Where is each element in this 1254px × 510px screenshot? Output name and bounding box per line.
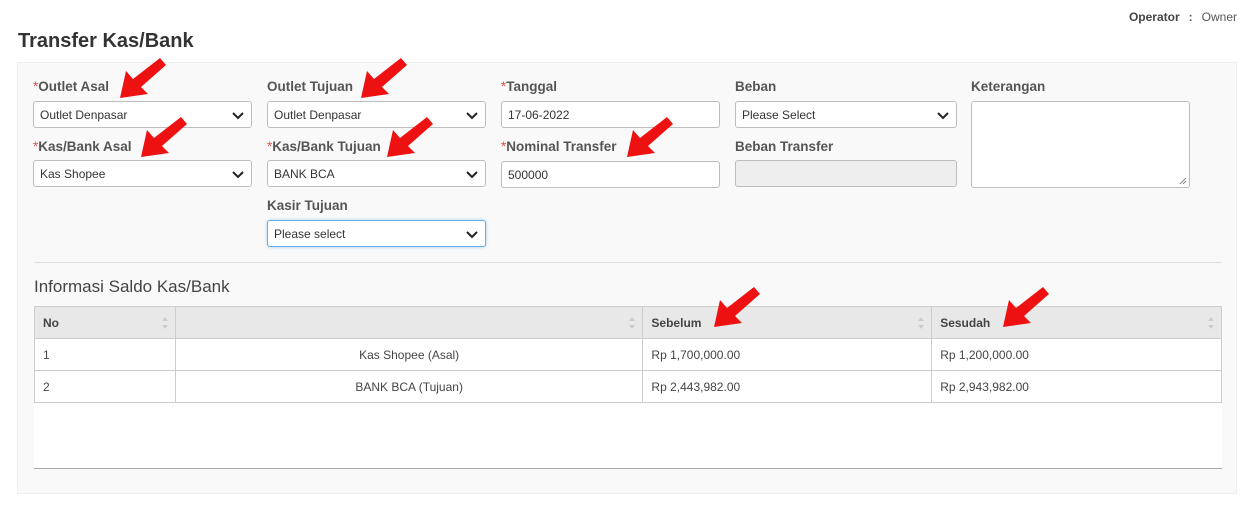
chevron-down-icon xyxy=(937,111,949,119)
operator-value: Owner xyxy=(1201,10,1237,24)
keterangan-label: Keterangan xyxy=(971,79,1046,94)
kas-bank-asal-label: *Kas/Bank Asal xyxy=(33,139,132,154)
tanggal-label: *Tanggal xyxy=(501,79,558,94)
chevron-down-icon xyxy=(232,170,244,178)
beban-label: Beban xyxy=(735,79,777,94)
tanggal-input[interactable]: 17-06-2022 xyxy=(501,101,720,128)
table-row: 1 Kas Shopee (Asal) Rp 1,700,000.00 Rp 1… xyxy=(34,338,1222,371)
keterangan-textarea[interactable] xyxy=(971,101,1190,188)
red-arrow-annotation-icon xyxy=(141,117,187,157)
resize-handle-icon[interactable] xyxy=(1179,177,1187,185)
operator-info: Operator: Owner xyxy=(1129,10,1237,24)
kasir-tujuan-select[interactable]: Please select xyxy=(267,220,486,247)
red-arrow-annotation-icon xyxy=(120,58,166,98)
nominal-transfer-input[interactable]: 500000 xyxy=(501,161,720,188)
chevron-down-icon xyxy=(466,170,478,178)
beban-transfer-input xyxy=(735,160,957,187)
outlet-tujuan-label: Outlet Tujuan xyxy=(267,79,353,94)
row-sesudah: Rp 2,943,982.00 xyxy=(931,370,1222,403)
red-arrow-annotation-icon xyxy=(627,117,673,157)
operator-label: Operator xyxy=(1128,10,1180,24)
sort-icon xyxy=(918,317,925,329)
column-header-name[interactable] xyxy=(174,306,644,339)
kas-bank-tujuan-select[interactable]: BANK BCA xyxy=(267,160,486,187)
operator-colon: : xyxy=(1188,10,1193,24)
row-name: BANK BCA (Tujuan) xyxy=(174,370,644,403)
red-arrow-annotation-icon xyxy=(361,58,407,98)
sort-icon xyxy=(629,317,636,329)
saldo-section-title: Informasi Saldo Kas/Bank xyxy=(34,277,230,296)
table-row: 2 BANK BCA (Tujuan) Rp 2,443,982.00 Rp 2… xyxy=(34,370,1222,403)
page-title: Transfer Kas/Bank xyxy=(18,30,194,52)
chevron-down-icon xyxy=(466,230,478,238)
red-arrow-annotation-icon xyxy=(1003,287,1049,327)
kas-bank-asal-select[interactable]: Kas Shopee xyxy=(33,160,252,187)
row-sesudah: Rp 1,200,000.00 xyxy=(931,338,1222,371)
column-header-no[interactable]: No xyxy=(34,306,176,339)
column-header-sesudah[interactable]: Sesudah xyxy=(931,306,1222,339)
section-divider xyxy=(34,262,1222,263)
chevron-down-icon xyxy=(466,111,478,119)
table-empty-area xyxy=(34,403,1222,469)
red-arrow-annotation-icon xyxy=(387,117,433,157)
kas-bank-tujuan-label: *Kas/Bank Tujuan xyxy=(267,139,381,154)
chevron-down-icon xyxy=(232,111,244,119)
row-no: 2 xyxy=(34,370,176,403)
red-arrow-annotation-icon xyxy=(714,287,760,327)
column-header-sebelum[interactable]: Sebelum xyxy=(642,306,933,339)
row-no: 1 xyxy=(34,338,176,371)
row-sebelum: Rp 2,443,982.00 xyxy=(642,370,933,403)
beban-select[interactable]: Please Select xyxy=(735,101,957,128)
sort-icon xyxy=(1208,317,1214,329)
sort-icon xyxy=(161,317,168,329)
row-name: Kas Shopee (Asal) xyxy=(174,338,644,371)
kasir-tujuan-label: Kasir Tujuan xyxy=(267,198,348,213)
row-sebelum: Rp 1,700,000.00 xyxy=(642,338,933,371)
beban-transfer-label: Beban Transfer xyxy=(735,139,834,154)
nominal-transfer-label: *Nominal Transfer xyxy=(501,139,617,154)
outlet-asal-label: *Outlet Asal xyxy=(33,79,110,94)
